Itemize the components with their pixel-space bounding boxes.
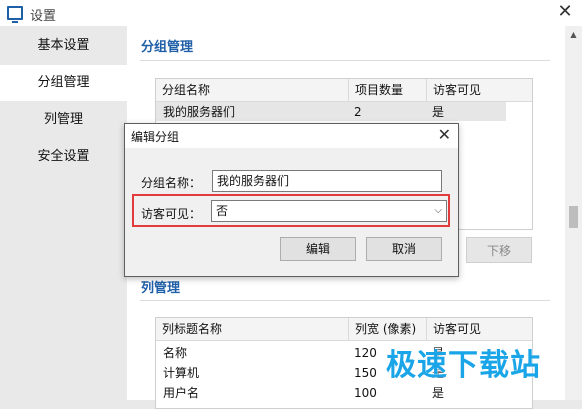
group-name-input[interactable]: 我的服务器们 xyxy=(212,170,442,192)
visitor-visible-value: 否 xyxy=(216,204,229,218)
group-name-label: 分组名称： xyxy=(141,176,202,190)
scrollbar-thumb[interactable] xyxy=(569,206,578,228)
dialog-titlebar: 编辑分组 ✕ xyxy=(125,124,458,148)
edit-button[interactable]: 编辑 xyxy=(280,237,356,261)
app-window-icon xyxy=(7,6,23,23)
sidebar-item-basic-settings[interactable]: 基本设置 xyxy=(0,28,127,64)
dialog-title: 编辑分组 xyxy=(131,130,180,144)
column-header-column-title[interactable]: 列标题名称 xyxy=(156,318,348,340)
sidebar-item-security-settings[interactable]: 安全设置 xyxy=(0,139,127,175)
move-down-button[interactable]: 下移 xyxy=(466,237,532,263)
window-titlebar: 设置 ✕ xyxy=(0,0,582,26)
sidebar: 基本设置 分组管理 列管理 安全设置 xyxy=(0,26,127,400)
column-visible-cell: 是 xyxy=(432,386,445,400)
window-title: 设置 xyxy=(30,9,57,24)
column-header-column-width[interactable]: 列宽 (像素) xyxy=(348,318,426,340)
column-width-cell: 150 xyxy=(354,366,377,380)
group-name-cell: 我的服务器们 xyxy=(163,105,236,119)
sidebar-item-column-management[interactable]: 列管理 xyxy=(0,102,127,138)
chevron-down-icon: ⌵ xyxy=(434,205,442,216)
column-name-cell: 计算机 xyxy=(163,366,200,380)
column-table-header: 列标题名称 列宽 (像素) 访客可见 xyxy=(156,318,532,341)
group-management-heading: 分组管理 xyxy=(141,40,194,55)
column-header-column-visible[interactable]: 访客可见 xyxy=(426,318,532,340)
column-header-group-name[interactable]: 分组名称 xyxy=(156,79,348,101)
window-close-icon[interactable]: ✕ xyxy=(556,2,574,22)
visitor-visible-cell: 是 xyxy=(432,105,445,119)
column-name-cell: 名称 xyxy=(163,346,188,360)
sidebar-item-group-management[interactable]: 分组管理 xyxy=(0,65,127,101)
column-header-visitor-visible[interactable]: 访客可见 xyxy=(426,79,532,101)
group-table-header: 分组名称 项目数量 访客可见 xyxy=(156,79,532,102)
section-divider xyxy=(140,60,550,61)
column-width-cell: 120 xyxy=(354,346,377,360)
scroll-up-arrow-icon[interactable]: ▲ xyxy=(565,26,582,43)
visitor-visible-select[interactable]: 否 ⌵ xyxy=(211,200,447,222)
column-width-cell: 100 xyxy=(354,386,377,400)
watermark-logo: 极速下载站 xyxy=(386,348,541,383)
dialog-close-icon[interactable]: ✕ xyxy=(438,125,451,145)
visitor-visible-label: 访客可见： xyxy=(141,207,202,221)
column-header-item-count[interactable]: 项目数量 xyxy=(348,79,426,101)
column-management-heading: 列管理 xyxy=(141,281,181,296)
column-name-cell: 用户名 xyxy=(163,386,200,400)
item-count-cell: 2 xyxy=(354,105,362,119)
cancel-button[interactable]: 取消 xyxy=(366,237,442,261)
edit-group-dialog: 编辑分组 ✕ 分组名称： 我的服务器们 访客可见： 否 ⌵ 编辑 取消 xyxy=(124,123,459,277)
section-divider-2 xyxy=(140,300,550,301)
vertical-scrollbar[interactable]: ▲ xyxy=(565,26,582,400)
